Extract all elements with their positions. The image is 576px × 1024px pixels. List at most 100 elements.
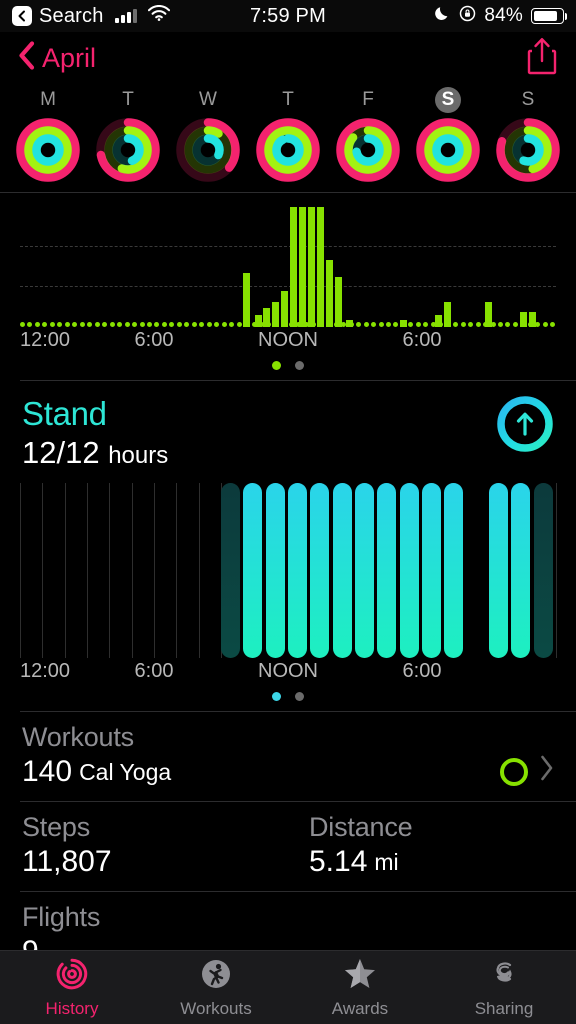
stand-header: Stand 12/12 hours [0,381,576,475]
page-dot-1[interactable] [295,692,304,701]
tab-workouts[interactable]: Workouts [144,957,288,1019]
stand-bar-17 [399,483,419,658]
distance-metric: Distance 5.14 mi [267,812,554,879]
stand-bar-14 [332,483,352,658]
stand-gridline-5 [131,483,133,658]
activity-rings [96,118,160,182]
today-badge: S [435,87,461,113]
move-bar-14 [444,302,452,327]
week-day-rings-1[interactable] [88,116,168,184]
move-bar-6 [299,207,307,327]
steps-label: Steps [22,812,91,842]
axis-tick-3: 6:00 [402,329,442,351]
move-bar-9 [325,259,333,327]
wifi-icon [147,4,170,27]
share-icon [526,37,558,80]
activity-rings-icon [55,957,89,996]
move-bar-12 [399,319,407,327]
distance-value: 5.14 [309,845,368,878]
move-bar-1 [254,315,262,327]
up-arrow-ring-icon [494,396,556,459]
stand-gridline-0 [20,483,21,658]
page-dot-0[interactable] [272,692,281,701]
week-day-letter-4[interactable]: F [328,86,408,114]
tab-awards-label: Awards [331,998,389,1018]
week-day-rings-4[interactable] [328,116,408,184]
workouts-section: Workouts 140 Cal Yoga [0,712,576,801]
stand-bar-18 [422,483,442,658]
workout-calories: 140 [22,755,73,788]
stand-chart-pager[interactable] [0,688,576,711]
move-bar-3 [272,302,280,327]
activity-rings [336,118,400,182]
tab-awards[interactable]: Awards [288,957,432,1019]
status-bar-back-label[interactable]: Search [39,5,104,28]
move-bar-17 [529,311,537,327]
move-chart-axis: 12:00 6:00 NOON 6:00 [20,327,556,357]
tab-history-label: History [45,998,99,1018]
stand-value: 12/12 [22,435,100,470]
tab-sharing[interactable]: Sharing [432,957,576,1019]
chevron-left-icon [18,41,35,75]
week-day-rings-2[interactable] [168,116,248,184]
steps-value-row: 11,807 [22,845,267,879]
week-day-letter-5[interactable]: S [408,86,488,114]
axis-tick-0: 12:00 [20,660,71,682]
workout-type: Cal Yoga [79,758,172,785]
activity-rings [416,118,480,182]
stand-gridline-1 [42,483,44,658]
week-day-letter-6[interactable]: S [488,86,568,114]
week-day-letter-2[interactable]: W [168,86,248,114]
axis-tick-2: NOON [258,660,318,682]
move-chart[interactable] [20,199,556,327]
move-chart-pager[interactable] [0,357,576,380]
steps-distance-section: Steps 11,807 Distance 5.14 mi [0,802,576,891]
page-dot-0[interactable] [272,361,281,370]
stand-gridline-4 [109,483,111,658]
stand-value-row: 12/12 hours [22,435,554,471]
stand-gridline-8 [198,483,200,658]
distance-label: Distance [309,812,413,842]
nav-bar: April [0,32,576,84]
steps-metric: Steps 11,807 [22,812,267,879]
week-strip: MTWTFSS [0,84,576,192]
tab-history[interactable]: History [0,957,144,1019]
week-day-rings-3[interactable] [248,116,328,184]
workouts-label: Workouts [22,722,134,752]
axis-tick-3: 6:00 [402,660,442,682]
stand-bar-16 [377,483,397,658]
back-to-search-icon[interactable] [12,6,32,26]
move-bar-0 [243,273,251,327]
week-day-rings [8,116,568,184]
share-button[interactable] [526,36,558,81]
battery-percent-label: 84% [484,5,523,26]
stand-chart[interactable] [20,483,557,658]
week-day-letters: MTWTFSS [8,86,568,114]
rotation-lock-icon [459,5,476,28]
steps-value: 11,807 [22,845,112,878]
stand-goal-button[interactable] [494,393,556,460]
moon-icon [434,5,451,28]
status-bar: Search 7:59 PM 84% [0,0,576,32]
axis-tick-2: NOON [258,329,318,351]
workout-entry-row[interactable]: 140 Cal Yoga [22,755,554,789]
back-button[interactable]: April [18,41,96,75]
tab-bar: History Workouts Awards Sharing [0,950,576,1024]
battery-icon [531,8,567,24]
week-day-letter-0[interactable]: M [8,86,88,114]
stand-bar-21 [489,483,509,658]
page-dot-1[interactable] [295,361,304,370]
star-award-icon [343,957,377,996]
activity-rings [256,118,320,182]
stand-bar-11 [265,483,285,658]
week-day-rings-6[interactable] [488,116,568,184]
chevron-right-icon[interactable] [540,755,554,789]
week-day-rings-5[interactable] [408,116,488,184]
week-day-rings-0[interactable] [8,116,88,184]
move-bar-5 [290,207,298,327]
gridline-0 [20,246,556,247]
back-button-label: April [42,42,97,73]
week-day-letter-3[interactable]: T [248,86,328,114]
week-day-letter-1[interactable]: T [88,86,168,114]
activity-rings [176,118,240,182]
